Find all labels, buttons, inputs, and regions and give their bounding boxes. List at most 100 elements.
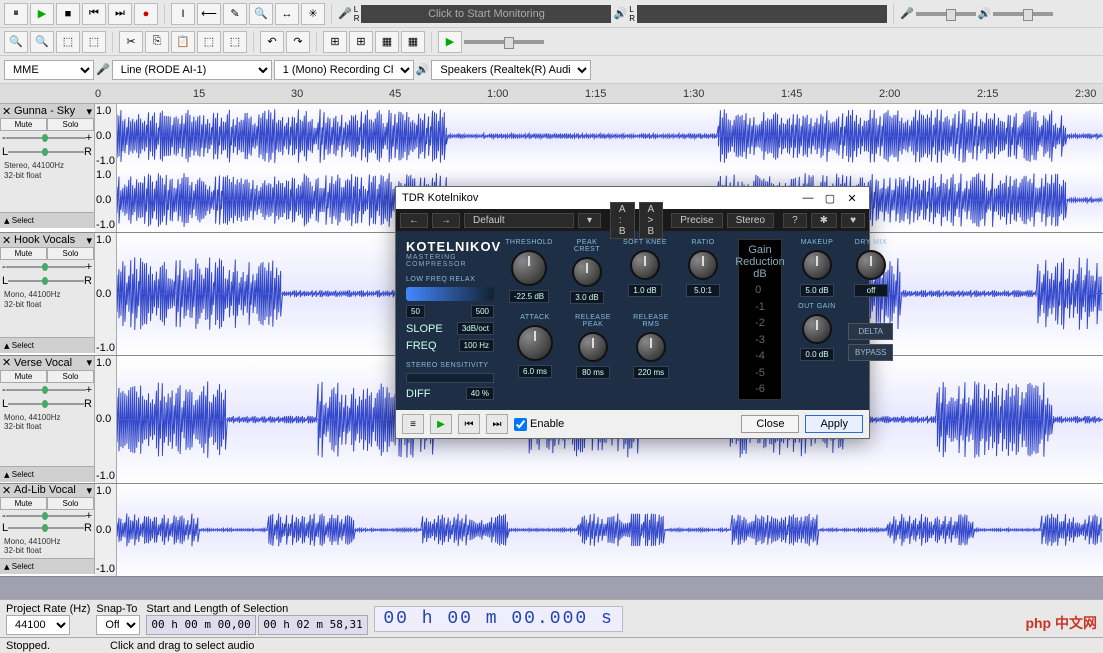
waveform[interactable] — [117, 484, 1103, 576]
playback-volume-slider[interactable] — [993, 12, 1053, 16]
skip-back-button[interactable]: ⏮ — [458, 414, 480, 434]
knob-value[interactable]: 80 ms — [576, 366, 610, 379]
makeup-knob[interactable] — [802, 250, 832, 280]
pan-slider[interactable]: LR — [0, 522, 94, 534]
fit-selection-button[interactable]: ⬚ — [56, 31, 80, 53]
mute-button[interactable]: Mute — [0, 370, 47, 383]
stop-button[interactable]: ■ — [56, 3, 80, 25]
knob-value[interactable]: 6.0 ms — [518, 365, 552, 378]
multi-tool[interactable]: ✳ — [301, 3, 325, 25]
mute-button[interactable]: Mute — [0, 247, 47, 260]
attack-knob[interactable] — [517, 325, 553, 361]
draw-tool[interactable]: ✎ — [223, 3, 247, 25]
selection-length-input[interactable] — [258, 615, 368, 635]
peak-crest-knob[interactable] — [572, 257, 602, 287]
knob-value[interactable]: 1.0 dB — [628, 284, 662, 297]
waveform[interactable] — [117, 104, 1103, 168]
lfr-graph[interactable] — [406, 287, 494, 301]
apply-button[interactable]: Apply — [805, 415, 863, 433]
minimize-button[interactable]: — — [797, 189, 819, 207]
preset-select[interactable]: Default — [464, 213, 574, 228]
enable-checkbox-wrap[interactable]: Enable — [514, 418, 564, 431]
knob-value[interactable]: 3.0 dB — [570, 291, 604, 304]
stereo-sens-slider[interactable] — [406, 373, 494, 383]
gain-slider[interactable]: -+ — [0, 260, 94, 274]
close-button[interactable]: Close — [741, 415, 799, 433]
pan-slider[interactable]: LR — [0, 145, 94, 159]
preset-save-button[interactable]: ▾ — [578, 213, 601, 228]
track-header[interactable]: ✕ Ad-Lib Vocal ▾ — [0, 484, 94, 497]
close-icon[interactable]: ✕ — [2, 356, 14, 369]
drymix-knob[interactable] — [856, 250, 886, 280]
track-select-button[interactable]: ▴ Select — [0, 466, 94, 482]
gain-slider[interactable]: -+ — [0, 383, 94, 397]
outgain-value[interactable]: 0.0 dB — [800, 348, 834, 361]
mode-stereo-button[interactable]: Stereo — [727, 213, 774, 228]
play-speed-slider[interactable] — [464, 40, 544, 44]
solo-button[interactable]: Solo — [47, 118, 94, 131]
zoom-out-button[interactable]: 🔍 — [30, 31, 54, 53]
silence-button[interactable]: ⬚ — [223, 31, 247, 53]
close-icon[interactable]: ✕ — [2, 105, 14, 118]
recording-device-select[interactable]: Line (RODE AI-1) — [112, 60, 272, 80]
tool-btn-4[interactable]: ▦ — [401, 31, 425, 53]
audio-host-select[interactable]: MME — [4, 60, 94, 80]
lfr-hi[interactable]: 500 — [471, 305, 494, 318]
drymix-value[interactable]: off — [854, 284, 888, 297]
waveform-area[interactable]: 1.00.0-1.0 — [95, 484, 1103, 576]
freq-value[interactable]: 100 Hz — [459, 339, 494, 352]
skip-end-button[interactable]: ⏭ — [108, 3, 132, 25]
mute-button[interactable]: Mute — [0, 118, 47, 131]
zoom-tool[interactable]: 🔍 — [249, 3, 273, 25]
maximize-button[interactable]: ▢ — [819, 189, 841, 207]
solo-button[interactable]: Solo — [47, 370, 94, 383]
solo-button[interactable]: Solo — [47, 247, 94, 260]
release-peak-knob[interactable] — [578, 332, 608, 362]
lfr-lo[interactable]: 50 — [406, 305, 425, 318]
envelope-tool[interactable]: ⟵ — [197, 3, 221, 25]
chevron-down-icon[interactable]: ▾ — [86, 484, 92, 497]
close-window-button[interactable]: ✕ — [841, 189, 863, 207]
mute-button[interactable]: Mute — [0, 497, 47, 510]
tool-btn-1[interactable]: ⊞ — [323, 31, 347, 53]
enable-checkbox[interactable] — [514, 418, 527, 431]
help-button[interactable]: ? — [783, 213, 807, 228]
tool-btn-3[interactable]: ▦ — [375, 31, 399, 53]
tool-btn-2[interactable]: ⊞ — [349, 31, 373, 53]
ab-compare-button[interactable]: A : B — [610, 202, 635, 239]
release-rms-knob[interactable] — [636, 332, 666, 362]
redo-button[interactable]: ↷ — [286, 31, 310, 53]
makeup-value[interactable]: 5.0 dB — [800, 284, 834, 297]
threshold-knob[interactable] — [511, 250, 547, 286]
ab-copy-button[interactable]: A > B — [639, 202, 664, 239]
outgain-knob[interactable] — [802, 314, 832, 344]
recording-channels-select[interactable]: 1 (Mono) Recording Chann — [274, 60, 414, 80]
recording-volume-slider[interactable] — [916, 12, 976, 16]
preset-back-button[interactable]: ← — [400, 213, 428, 228]
selection-start-input[interactable] — [146, 615, 256, 635]
solo-button[interactable]: Solo — [47, 497, 94, 510]
soft-knee-knob[interactable] — [630, 250, 660, 280]
trim-button[interactable]: ⬚ — [197, 31, 221, 53]
copy-button[interactable]: ⎘ — [145, 31, 169, 53]
track-header[interactable]: ✕ Gunna - Sky ▾ — [0, 104, 94, 118]
pause-button[interactable]: ⏸ — [4, 3, 28, 25]
chevron-down-icon[interactable]: ▾ — [86, 234, 92, 247]
play-button[interactable]: ▶ — [30, 3, 54, 25]
knob-value[interactable]: 220 ms — [633, 366, 669, 379]
track-select-button[interactable]: ▴ Select — [0, 558, 94, 574]
timeshift-tool[interactable]: ↔ — [275, 3, 299, 25]
playback-device-select[interactable]: Speakers (Realtek(R) Audio) — [431, 60, 591, 80]
gain-slider[interactable]: -+ — [0, 510, 94, 522]
quality-precise-button[interactable]: Precise — [671, 213, 722, 228]
close-icon[interactable]: ✕ — [2, 484, 14, 497]
preview-play-button[interactable]: ▶ — [430, 414, 452, 434]
playback-meter[interactable] — [637, 5, 887, 23]
close-icon[interactable]: ✕ — [2, 234, 14, 247]
knob-value[interactable]: 5.0:1 — [686, 284, 720, 297]
gain-slider[interactable]: -+ — [0, 131, 94, 145]
knob-value[interactable]: -22.5 dB — [509, 290, 549, 303]
paste-button[interactable]: 📋 — [171, 31, 195, 53]
track-header[interactable]: ✕ Verse Vocal ▾ — [0, 356, 94, 370]
pan-slider[interactable]: LR — [0, 397, 94, 411]
